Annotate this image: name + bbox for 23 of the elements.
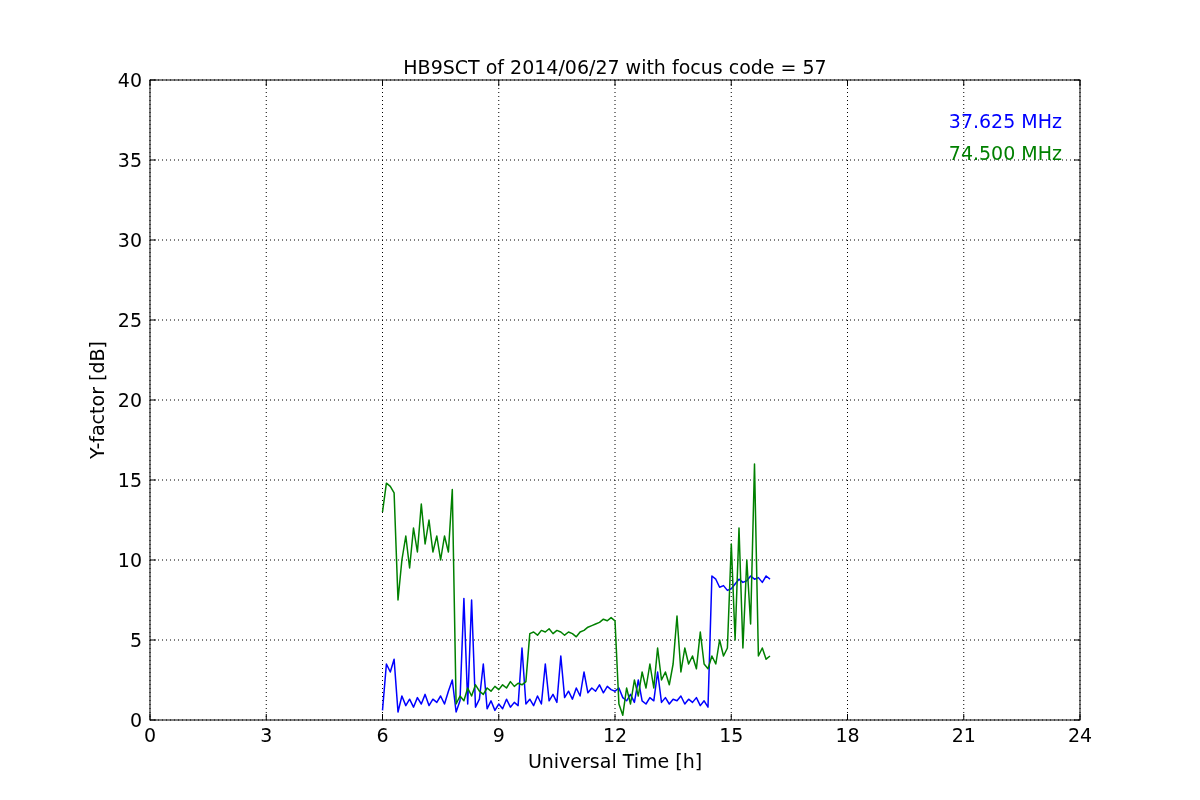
- tick-label: 10: [117, 549, 142, 571]
- tick-label: 3: [260, 724, 273, 746]
- tick-label: 9: [492, 724, 505, 746]
- axis-title: Y-factor [dB]: [86, 341, 108, 459]
- tick-label: 6: [376, 724, 389, 746]
- chart-title: HB9SCT of 2014/06/27 with focus code = 57: [403, 56, 827, 78]
- tick-label: 18: [835, 724, 860, 746]
- legend-label: 74.500 MHz: [948, 142, 1062, 164]
- tick-label: 0: [129, 709, 142, 731]
- tick-label: 15: [719, 724, 744, 746]
- tick-label: 5: [129, 629, 142, 651]
- tick-label: 40: [117, 69, 142, 91]
- axis-title: Universal Time [h]: [527, 750, 703, 772]
- tick-label: 0: [143, 724, 157, 746]
- tick-label: 25: [117, 309, 142, 331]
- tick-label: 12: [602, 724, 628, 746]
- legend-label: 37.625 MHz: [948, 110, 1062, 132]
- tick-label: 35: [117, 149, 142, 171]
- tick-label: 30: [117, 229, 142, 251]
- tick-label: 21: [951, 724, 976, 746]
- tick-label: 24: [1067, 724, 1093, 746]
- tick-label: 15: [117, 469, 142, 491]
- tick-label: 20: [117, 389, 142, 411]
